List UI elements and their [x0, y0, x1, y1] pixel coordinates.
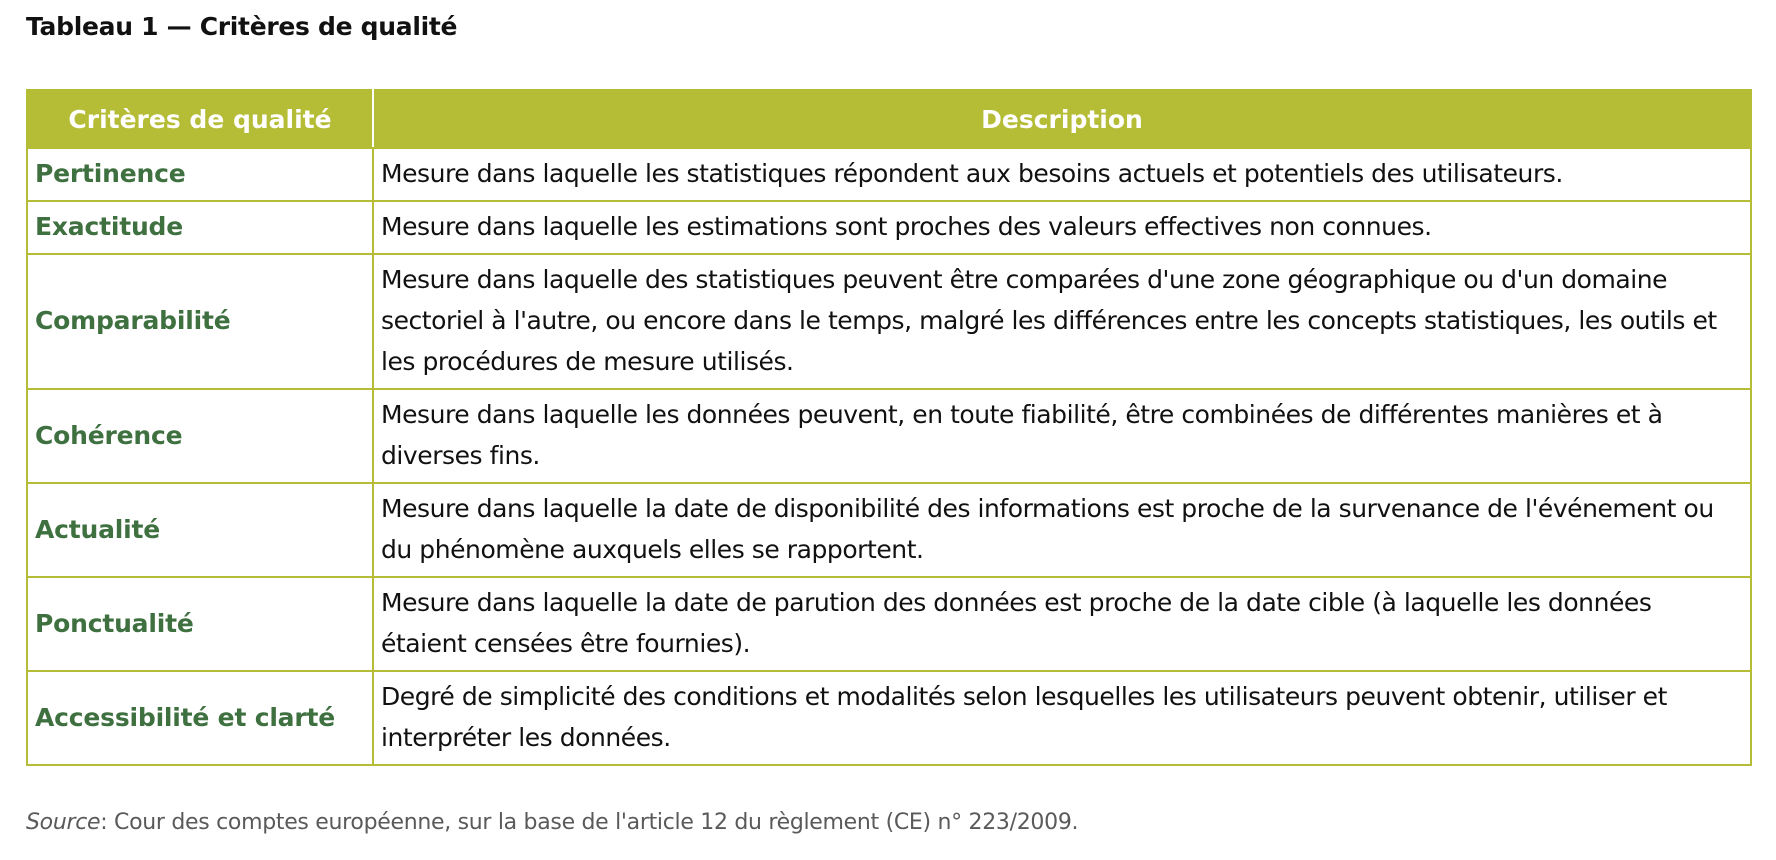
source-text: : Cour des comptes européenne, sur la ba… — [100, 810, 1079, 835]
table-row: Cohérence Mesure dans laquelle les donné… — [26, 388, 1752, 484]
table-row: Actualité Mesure dans laquelle la date d… — [26, 482, 1752, 578]
column-header-description: Description — [372, 89, 1752, 149]
quality-criteria-table: Critères de qualité Description Pertinen… — [26, 89, 1752, 766]
description-cell: Mesure dans laquelle des statistiques pe… — [372, 253, 1752, 390]
table-row: Accessibilité et clarté Degré de simplic… — [26, 670, 1752, 766]
description-cell: Mesure dans laquelle la date de parution… — [372, 576, 1752, 672]
table-row: Exactitude Mesure dans laquelle les esti… — [26, 200, 1752, 255]
description-cell: Mesure dans laquelle les données peuvent… — [372, 388, 1752, 484]
criterion-cell: Comparabilité — [26, 253, 374, 390]
table-header-row: Critères de qualité Description — [26, 89, 1752, 149]
table-row: Ponctualité Mesure dans laquelle la date… — [26, 576, 1752, 672]
criterion-cell: Cohérence — [26, 388, 374, 484]
description-cell: Mesure dans laquelle les statistiques ré… — [372, 147, 1752, 202]
source-label: Source — [26, 810, 101, 835]
criterion-cell: Accessibilité et clarté — [26, 670, 374, 766]
table-row: Pertinence Mesure dans laquelle les stat… — [26, 147, 1752, 202]
criterion-cell: Exactitude — [26, 200, 374, 255]
description-cell: Degré de simplicité des conditions et mo… — [372, 670, 1752, 766]
table-row: Comparabilité Mesure dans laquelle des s… — [26, 253, 1752, 390]
table-title: Tableau 1 — Critères de qualité — [26, 12, 458, 41]
source-note: Source: Cour des comptes européenne, sur… — [26, 810, 1079, 835]
description-cell: Mesure dans laquelle les estimations son… — [372, 200, 1752, 255]
description-cell: Mesure dans laquelle la date de disponib… — [372, 482, 1752, 578]
column-header-criteria: Critères de qualité — [26, 89, 374, 149]
criterion-cell: Ponctualité — [26, 576, 374, 672]
criterion-cell: Pertinence — [26, 147, 374, 202]
criterion-cell: Actualité — [26, 482, 374, 578]
